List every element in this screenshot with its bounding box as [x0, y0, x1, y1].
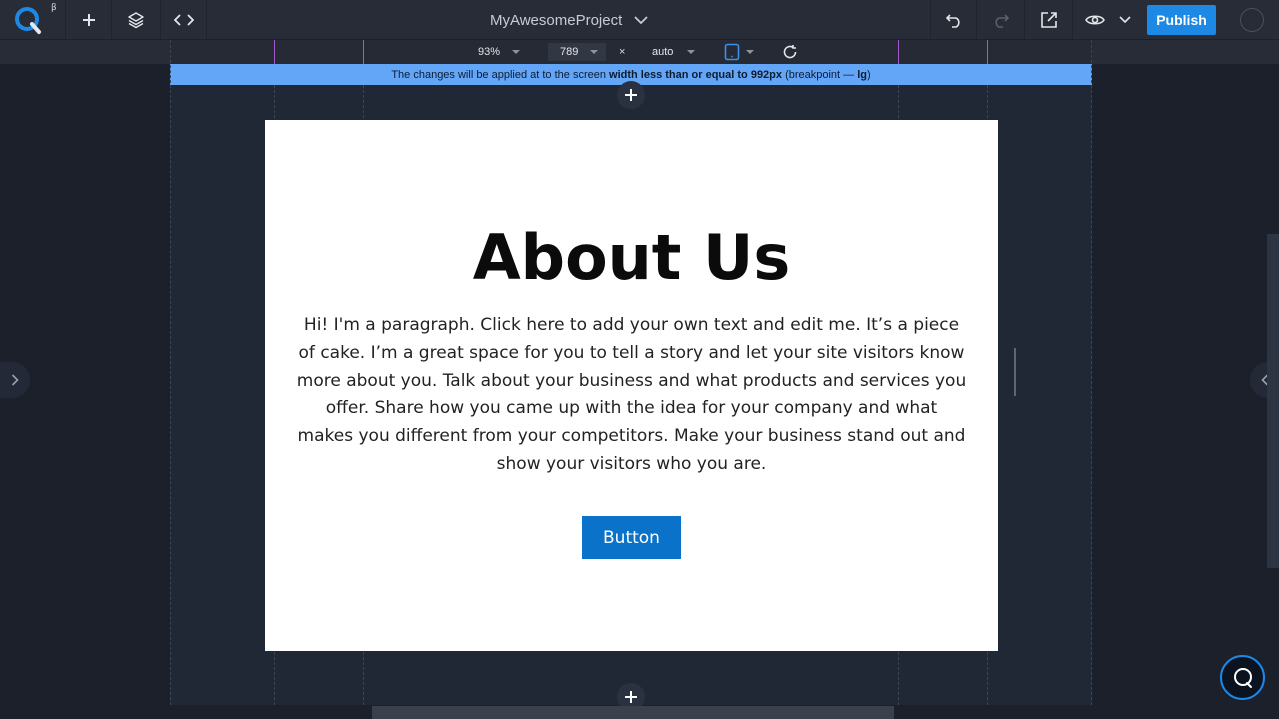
eye-icon: [1085, 15, 1105, 25]
canvas-guide: [170, 40, 171, 705]
logo-icon: [14, 7, 41, 34]
banner-breakpoint: lg: [857, 68, 867, 81]
device-select[interactable]: [724, 40, 760, 64]
chat-icon: [1233, 667, 1252, 688]
plus-icon: [625, 89, 637, 101]
viewport-size-bar: [0, 40, 1279, 64]
undo-icon: [945, 14, 960, 28]
avatar[interactable]: [1240, 8, 1264, 32]
open-external-button[interactable]: [1025, 0, 1073, 40]
logo[interactable]: β: [0, 0, 66, 40]
add-section-top-button[interactable]: [617, 81, 645, 109]
support-chat-button[interactable]: [1220, 655, 1265, 700]
project-selector[interactable]: MyAwesomeProject: [490, 0, 648, 40]
beta-badge: β: [51, 3, 57, 13]
chevron-down-icon: [1119, 16, 1131, 24]
viewport-width-field[interactable]: 789: [548, 43, 606, 61]
viewport-height-field[interactable]: auto: [652, 40, 702, 64]
plus-icon: [82, 14, 95, 26]
layers-icon: [128, 12, 144, 29]
redo-button[interactable]: [977, 0, 1025, 40]
chevron-down-icon: [634, 15, 648, 24]
times-sign: ×: [619, 46, 626, 58]
banner-text-2: (breakpoint —: [782, 68, 858, 81]
guide-marker: [898, 40, 899, 64]
resize-handle[interactable]: [1014, 348, 1016, 396]
plus-icon: [625, 691, 637, 703]
caret-down-icon: [590, 50, 599, 54]
caret-down-icon: [746, 50, 754, 54]
project-name: MyAwesomeProject: [490, 11, 623, 29]
about-title[interactable]: About Us: [265, 222, 998, 294]
top-toolbar: β MyAwesomeProject Publish: [0, 0, 1279, 40]
editor-app: β MyAwesomeProject Publish 93% 789 × aut…: [0, 0, 1279, 719]
tablet-icon: [724, 43, 740, 61]
guide-marker: [987, 40, 988, 64]
viewport-height-value: auto: [652, 46, 674, 58]
redo-icon: [994, 14, 1009, 28]
code-button[interactable]: [161, 0, 207, 40]
about-paragraph[interactable]: Hi! I'm a paragraph. Click here to add y…: [296, 312, 967, 479]
guide-marker: [363, 40, 364, 64]
layers-button[interactable]: [112, 0, 161, 40]
publish-button[interactable]: Publish: [1147, 5, 1216, 35]
refresh-button[interactable]: [782, 40, 800, 64]
external-link-icon: [1040, 12, 1057, 28]
guide-marker: [274, 40, 275, 64]
add-element-button[interactable]: [66, 0, 112, 40]
chevron-right-icon: [11, 374, 19, 386]
banner-text: The changes will be applied at to the sc…: [391, 68, 610, 81]
undo-button[interactable]: [930, 0, 977, 40]
refresh-icon: [783, 45, 797, 59]
banner-width-rule: width less than or equal to 992px: [609, 68, 783, 81]
left-panel-toggle[interactable]: [0, 362, 30, 398]
code-icon: [173, 14, 194, 26]
size-bar-center: [170, 40, 1092, 64]
vertical-scrollbar[interactable]: [1267, 234, 1279, 568]
viewport-width-value: 789: [560, 46, 579, 58]
zoom-select[interactable]: 93%: [478, 40, 528, 64]
preview-button[interactable]: [1073, 0, 1143, 40]
canvas-guide: [1091, 40, 1092, 705]
horizontal-scrollbar[interactable]: [372, 706, 894, 719]
about-button[interactable]: Button: [582, 516, 681, 559]
caret-down-icon: [687, 50, 696, 54]
caret-down-icon: [512, 50, 521, 54]
zoom-value: 93%: [478, 46, 501, 58]
banner-text-3: ): [867, 68, 871, 81]
